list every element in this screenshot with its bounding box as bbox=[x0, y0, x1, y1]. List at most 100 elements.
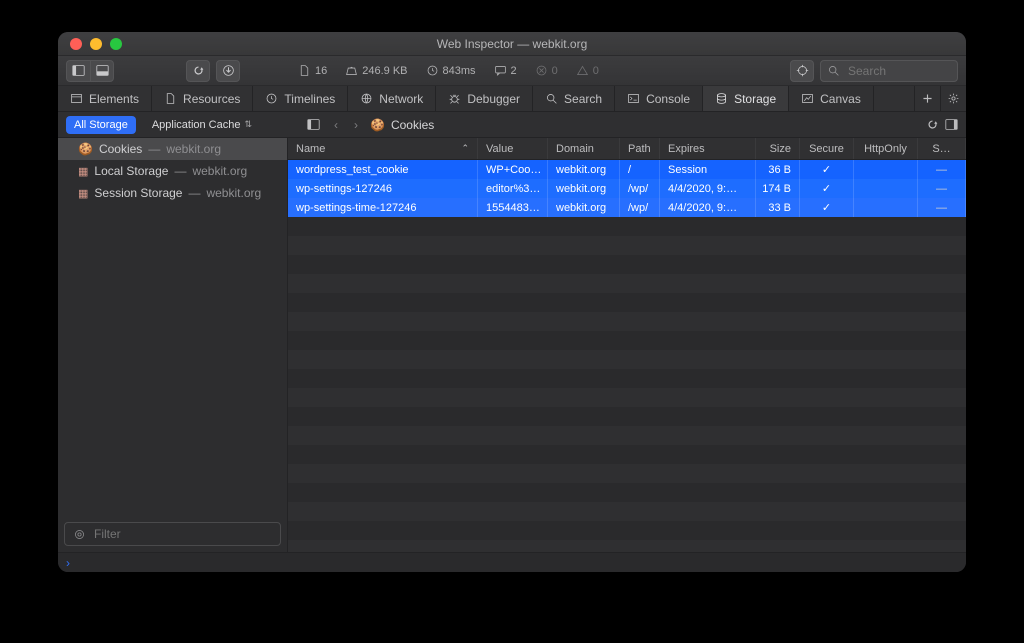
cell-expires: 4/4/2020, 9:… bbox=[660, 198, 756, 217]
tab-label: Timelines bbox=[284, 92, 335, 106]
tab-label: Console bbox=[646, 92, 690, 106]
cell-path: /wp/ bbox=[620, 179, 660, 198]
sidebar-filter-input[interactable] bbox=[92, 526, 272, 542]
scope-label: Application Cache bbox=[152, 119, 241, 131]
debugger-icon bbox=[448, 92, 461, 105]
col-domain[interactable]: Domain bbox=[548, 138, 620, 159]
global-search[interactable] bbox=[820, 60, 958, 82]
cell-size: 33 B bbox=[756, 198, 800, 217]
storage-icon bbox=[715, 92, 728, 105]
sidebar-item-cookies[interactable]: 🍪 Cookies — webkit.org bbox=[58, 138, 287, 160]
reload-button[interactable] bbox=[186, 60, 210, 82]
tab-label: Network bbox=[379, 92, 423, 106]
toolbar: 16 246.9 KB 843ms 2 0 0 bbox=[58, 56, 966, 86]
metric-documents-value: 16 bbox=[315, 65, 327, 77]
metric-size: 246.9 KB bbox=[339, 60, 413, 82]
metric-documents: 16 bbox=[292, 60, 333, 82]
settings-button[interactable] bbox=[940, 86, 966, 111]
tab-network[interactable]: Network bbox=[348, 86, 436, 111]
col-path[interactable]: Path bbox=[620, 138, 660, 159]
console-prompt[interactable]: › bbox=[58, 552, 966, 572]
tab-timelines[interactable]: Timelines bbox=[253, 86, 348, 111]
cell-secure bbox=[800, 160, 854, 179]
col-name[interactable]: Name⌃ bbox=[288, 138, 478, 159]
tab-resources[interactable]: Resources bbox=[152, 86, 253, 111]
scope-application-cache[interactable]: Application Cache ⇅ bbox=[144, 116, 260, 134]
database-icon: ▦ bbox=[78, 165, 88, 178]
col-secure[interactable]: Secure bbox=[800, 138, 854, 159]
sidebar-item-label: Session Storage bbox=[94, 186, 182, 200]
console-icon bbox=[627, 92, 640, 105]
nav-forward-button[interactable]: › bbox=[350, 118, 362, 132]
storage-sidebar: 🍪 Cookies — webkit.org ▦ Local Storage —… bbox=[58, 138, 288, 552]
col-samesite[interactable]: S… bbox=[918, 138, 966, 159]
tab-storage[interactable]: Storage bbox=[703, 86, 789, 111]
table-row[interactable]: wp-settings-127246editor%3…webkit.org/wp… bbox=[288, 179, 966, 198]
sidebar-item-local-storage[interactable]: ▦ Local Storage — webkit.org bbox=[58, 160, 287, 182]
cell-value: WP+Coo… bbox=[478, 160, 548, 179]
metric-time-value: 843ms bbox=[443, 65, 476, 77]
dock-left-button[interactable] bbox=[66, 60, 90, 82]
col-size[interactable]: Size bbox=[756, 138, 800, 159]
toggle-right-sidebar-button[interactable] bbox=[945, 118, 958, 131]
cell-path: /wp/ bbox=[620, 198, 660, 217]
metric-messages-value: 2 bbox=[511, 65, 517, 77]
cell-name: wordpress_test_cookie bbox=[288, 160, 478, 179]
metric-size-value: 246.9 KB bbox=[362, 65, 407, 77]
sidebar-item-origin: webkit.org bbox=[166, 142, 221, 156]
tab-search[interactable]: Search bbox=[533, 86, 615, 111]
tab-debugger[interactable]: Debugger bbox=[436, 86, 533, 111]
cell-httponly bbox=[854, 179, 918, 198]
nav-back-button[interactable]: ‹ bbox=[330, 118, 342, 132]
scope-all-storage[interactable]: All Storage bbox=[66, 116, 136, 134]
tab-label: Canvas bbox=[820, 92, 861, 106]
cell-secure bbox=[800, 179, 854, 198]
cookies-table: Name⌃ Value Domain Path Expires Size Sec… bbox=[288, 138, 966, 552]
sidebar-item-session-storage[interactable]: ▦ Session Storage — webkit.org bbox=[58, 182, 287, 204]
close-window-button[interactable] bbox=[70, 38, 82, 50]
col-value[interactable]: Value bbox=[478, 138, 548, 159]
sidebar-filter[interactable] bbox=[64, 522, 281, 546]
element-picker-button[interactable] bbox=[790, 60, 814, 82]
download-button[interactable] bbox=[216, 60, 240, 82]
tab-label: Storage bbox=[734, 92, 776, 106]
refresh-button[interactable] bbox=[926, 118, 939, 131]
new-tab-button[interactable] bbox=[914, 86, 940, 111]
web-inspector-window: Web Inspector — webkit.org 1 bbox=[58, 32, 966, 572]
minimize-window-button[interactable] bbox=[90, 38, 102, 50]
tab-bar: Elements Resources Timelines Network Deb… bbox=[58, 86, 966, 112]
gear-icon bbox=[947, 92, 960, 105]
table-row[interactable]: wp-settings-time-1272461554483…webkit.or… bbox=[288, 198, 966, 217]
search-icon bbox=[545, 92, 558, 105]
breadcrumb-label: Cookies bbox=[391, 118, 434, 132]
cell-name: wp-settings-time-127246 bbox=[288, 198, 478, 217]
cell-path: / bbox=[620, 160, 660, 179]
table-row[interactable]: wordpress_test_cookieWP+Coo…webkit.org/S… bbox=[288, 160, 966, 179]
reload-icon bbox=[926, 118, 939, 131]
cell-expires: Session bbox=[660, 160, 756, 179]
cell-httponly bbox=[854, 198, 918, 217]
network-icon bbox=[360, 92, 373, 105]
cookie-icon: 🍪 bbox=[370, 118, 385, 132]
canvas-icon bbox=[801, 92, 814, 105]
table-header: Name⌃ Value Domain Path Expires Size Sec… bbox=[288, 138, 966, 160]
global-search-input[interactable] bbox=[846, 63, 966, 79]
col-httponly[interactable]: HttpOnly bbox=[854, 138, 918, 159]
cell-samesite bbox=[918, 179, 966, 198]
tab-label: Resources bbox=[183, 92, 240, 106]
plus-icon bbox=[921, 92, 934, 105]
tab-elements[interactable]: Elements bbox=[58, 86, 152, 111]
tab-console[interactable]: Console bbox=[615, 86, 703, 111]
cell-name: wp-settings-127246 bbox=[288, 179, 478, 198]
cell-expires: 4/4/2020, 9:… bbox=[660, 179, 756, 198]
col-expires[interactable]: Expires bbox=[660, 138, 756, 159]
breadcrumb[interactable]: 🍪 Cookies bbox=[370, 118, 434, 132]
tab-canvas[interactable]: Canvas bbox=[789, 86, 874, 111]
clock-icon bbox=[426, 64, 439, 77]
toggle-left-sidebar-button[interactable] bbox=[304, 114, 322, 136]
dock-bottom-button[interactable] bbox=[90, 60, 114, 82]
zoom-window-button[interactable] bbox=[110, 38, 122, 50]
metric-warnings-value: 0 bbox=[593, 65, 599, 77]
scope-bar: All Storage Application Cache ⇅ ‹ › 🍪 Co… bbox=[58, 112, 966, 138]
cell-httponly bbox=[854, 160, 918, 179]
